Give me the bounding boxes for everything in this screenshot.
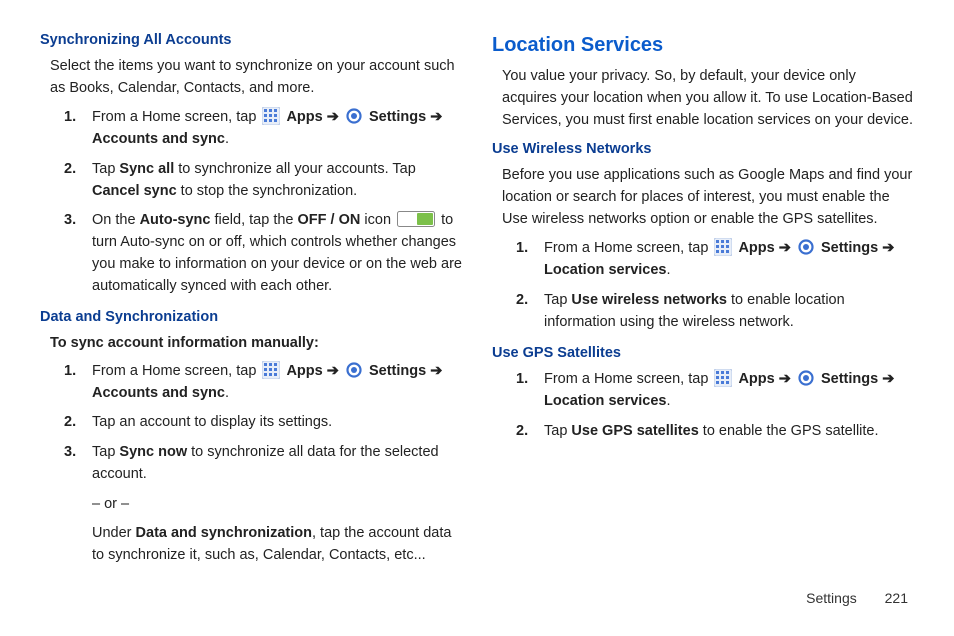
step-number: 1. <box>64 361 76 383</box>
label-location-services: Location services <box>544 262 667 278</box>
step-text: From a Home screen, tap <box>92 109 260 125</box>
apps-icon <box>262 107 280 125</box>
toggle-switch-icon <box>397 211 435 227</box>
step-1: 1. From a Home screen, tap Apps ➔ Settin… <box>544 369 914 413</box>
step-text: to enable the GPS satellite. <box>699 423 879 439</box>
bold-sync-now: Sync now <box>119 444 187 460</box>
bold-sync-all: Sync all <box>119 161 174 177</box>
step-number: 2. <box>64 412 76 434</box>
label-settings: Settings <box>821 240 878 256</box>
bold-off-on: OFF / ON <box>298 212 361 228</box>
arrow-icon: ➔ <box>327 363 339 379</box>
step-number: 1. <box>516 369 528 391</box>
step-text: From a Home screen, tap <box>544 371 712 387</box>
label-apps: Apps <box>738 240 774 256</box>
para-sync-all: Select the items you want to synchronize… <box>50 56 462 100</box>
step-number: 3. <box>64 442 76 464</box>
step-number: 2. <box>516 421 528 443</box>
arrow-icon: ➔ <box>430 109 442 125</box>
label-accounts-and-sync: Accounts and sync <box>92 385 225 401</box>
step-3: 3. Tap Sync now to synchronize all data … <box>92 442 462 567</box>
settings-icon <box>345 361 363 379</box>
period: . <box>225 385 229 401</box>
step-number: 3. <box>64 210 76 232</box>
bold-use-wireless-networks: Use wireless networks <box>571 292 727 308</box>
heading-data-and-sync: Data and Synchronization <box>40 307 462 329</box>
step-text: Tap <box>544 423 571 439</box>
label-settings: Settings <box>821 371 878 387</box>
step-1: 1. From a Home screen, tap Apps ➔ Settin… <box>92 107 462 151</box>
label-apps: Apps <box>738 371 774 387</box>
step-text: Under <box>92 525 136 541</box>
heading-use-gps-satellites: Use GPS Satellites <box>492 343 914 365</box>
label-accounts-and-sync: Accounts and sync <box>92 131 225 147</box>
step-text: Tap <box>92 444 119 460</box>
bold-data-and-sync: Data and synchronization <box>136 525 312 541</box>
page-footer: Settings 221 <box>806 590 908 606</box>
heading-location-services: Location Services <box>492 30 914 60</box>
step-text: to synchronize all your accounts. Tap <box>174 161 416 177</box>
arrow-icon: ➔ <box>882 240 894 256</box>
step-1: 1. From a Home screen, tap Apps ➔ Settin… <box>92 361 462 405</box>
step-text: field, tap the <box>210 212 297 228</box>
step-text: to stop the synchronization. <box>177 183 358 199</box>
step-text: From a Home screen, tap <box>92 363 260 379</box>
step-2: 2. Tap Use GPS satellites to enable the … <box>544 421 914 443</box>
step-text: Tap an account to display its settings. <box>92 414 332 430</box>
arrow-icon: ➔ <box>882 371 894 387</box>
period: . <box>225 131 229 147</box>
steps-wireless-networks: 1. From a Home screen, tap Apps ➔ Settin… <box>492 238 914 333</box>
step-3: 3. On the Auto-sync field, tap the OFF /… <box>92 210 462 297</box>
column-right: Location Services You value your privacy… <box>492 30 914 577</box>
step-number: 1. <box>516 238 528 260</box>
step-text: On the <box>92 212 140 228</box>
steps-gps-satellites: 1. From a Home screen, tap Apps ➔ Settin… <box>492 369 914 442</box>
para-location-services: You value your privacy. So, by default, … <box>502 66 914 131</box>
step-alt: Under Data and synchronization, tap the … <box>92 523 462 567</box>
label-apps: Apps <box>286 109 322 125</box>
heading-use-wireless-networks: Use Wireless Networks <box>492 139 914 161</box>
bold-auto-sync: Auto-sync <box>140 212 211 228</box>
bold-cancel-sync: Cancel sync <box>92 183 177 199</box>
step-number: 1. <box>64 107 76 129</box>
footer-page-number: 221 <box>885 590 908 606</box>
step-text: Tap <box>92 161 119 177</box>
step-text: From a Home screen, tap <box>544 240 712 256</box>
period: . <box>667 262 671 278</box>
arrow-icon: ➔ <box>779 240 791 256</box>
step-number: 2. <box>64 159 76 181</box>
para-wireless-networks: Before you use applications such as Goog… <box>502 165 914 230</box>
step-number: 2. <box>516 290 528 312</box>
step-text: Tap <box>544 292 571 308</box>
step-2: 2. Tap Sync all to synchronize all your … <box>92 159 462 203</box>
label-settings: Settings <box>369 109 426 125</box>
apps-icon <box>714 369 732 387</box>
settings-icon <box>797 369 815 387</box>
step-text: icon <box>360 212 395 228</box>
footer-section: Settings <box>806 590 857 606</box>
arrow-icon: ➔ <box>327 109 339 125</box>
label-location-services: Location services <box>544 393 667 409</box>
steps-data-sync: 1. From a Home screen, tap Apps ➔ Settin… <box>40 361 462 567</box>
para-data-sync-intro: To sync account information manually: <box>50 333 462 355</box>
step-2: 2. Tap an account to display its setting… <box>92 412 462 434</box>
label-settings: Settings <box>369 363 426 379</box>
period: . <box>667 393 671 409</box>
bold-use-gps-satellites: Use GPS satellites <box>571 423 698 439</box>
apps-icon <box>714 238 732 256</box>
label-apps: Apps <box>286 363 322 379</box>
column-left: Synchronizing All Accounts Select the it… <box>40 30 462 577</box>
steps-sync-all: 1. From a Home screen, tap Apps ➔ Settin… <box>40 107 462 297</box>
settings-icon <box>797 238 815 256</box>
step-2: 2. Tap Use wireless networks to enable l… <box>544 290 914 334</box>
arrow-icon: ➔ <box>779 371 791 387</box>
apps-icon <box>262 361 280 379</box>
step-1: 1. From a Home screen, tap Apps ➔ Settin… <box>544 238 914 282</box>
settings-icon <box>345 107 363 125</box>
manual-page: Synchronizing All Accounts Select the it… <box>0 0 954 577</box>
arrow-icon: ➔ <box>430 363 442 379</box>
or-divider: – or – <box>92 494 462 516</box>
heading-sync-all-accounts: Synchronizing All Accounts <box>40 30 462 52</box>
